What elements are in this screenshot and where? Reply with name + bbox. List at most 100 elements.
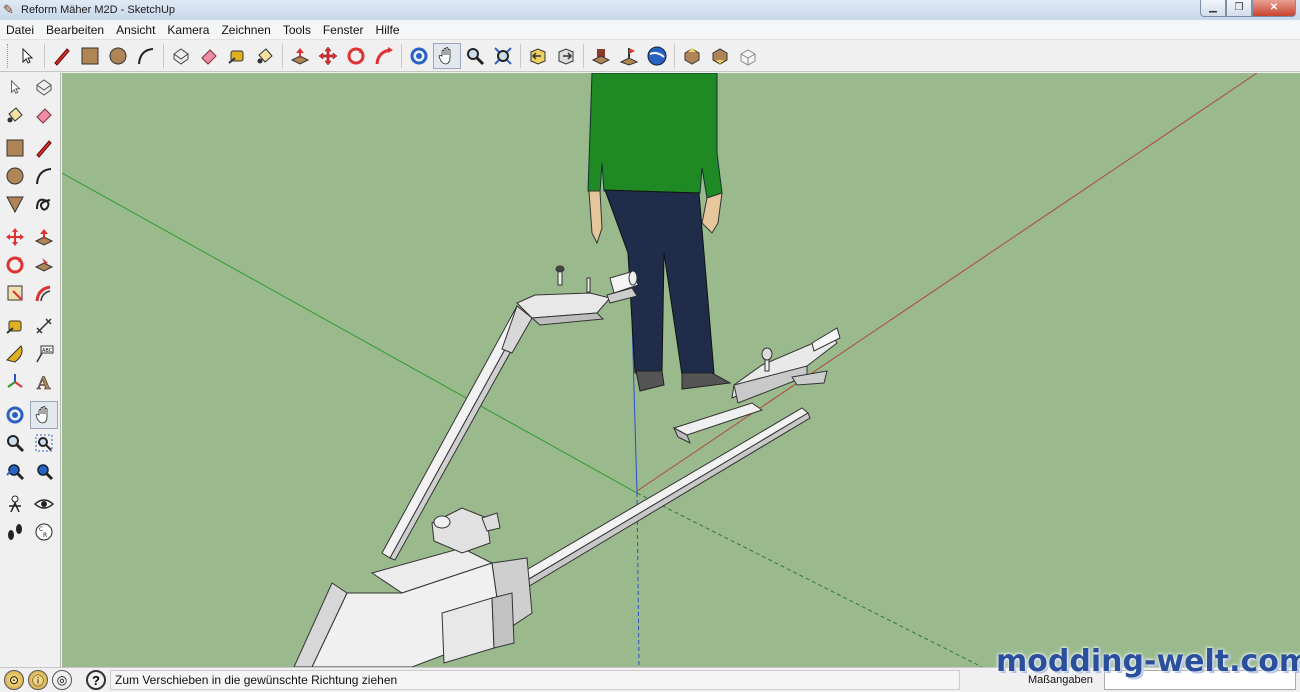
menu-kamera[interactable]: Kamera — [161, 23, 215, 37]
google-earth-icon — [647, 46, 667, 66]
previous-view-button[interactable] — [524, 43, 552, 69]
instructor-help-icon[interactable]: ? — [86, 670, 106, 690]
lt-make-component-button[interactable] — [30, 73, 58, 101]
paint-bucket-button[interactable] — [251, 43, 279, 69]
pan-tool-button[interactable] — [433, 43, 461, 69]
previous-view-icon — [530, 48, 546, 65]
geo-location-icon[interactable]: ⊙ — [4, 670, 24, 690]
lt-paint-bucket-button[interactable] — [1, 101, 29, 129]
lt-follow-me-button[interactable] — [30, 251, 58, 279]
components-icon — [740, 49, 756, 66]
follow-me-button[interactable] — [370, 43, 398, 69]
orbit-icon — [6, 406, 24, 424]
lt-section-plane-button[interactable]: CR — [30, 518, 58, 546]
lt-select-button[interactable] — [1, 73, 29, 101]
move-icon — [318, 46, 338, 66]
svg-text:ABC: ABC — [42, 348, 53, 354]
menu-bar: Datei Bearbeiten Ansicht Kamera Zeichnen… — [0, 20, 1300, 40]
menu-fenster[interactable]: Fenster — [317, 23, 370, 37]
arc-icon — [138, 48, 154, 65]
pan-icon — [35, 406, 48, 424]
menu-tools[interactable]: Tools — [277, 23, 317, 37]
push-pull-button[interactable] — [286, 43, 314, 69]
orbit-tool-button[interactable] — [405, 43, 433, 69]
lt-zoom-extents-button[interactable] — [30, 457, 58, 485]
menu-datei[interactable]: Datei — [0, 23, 40, 37]
pencil-tool-button[interactable] — [48, 43, 76, 69]
warehouse-button[interactable] — [587, 43, 615, 69]
push-pull-icon — [34, 229, 54, 246]
select-tool-button[interactable] — [13, 43, 41, 69]
lt-polygon-button[interactable] — [1, 190, 29, 218]
lt-axes-button[interactable] — [1, 368, 29, 396]
share-model-button[interactable] — [678, 43, 706, 69]
get-models-button[interactable] — [706, 43, 734, 69]
scale-icon — [7, 285, 23, 301]
protractor-icon — [6, 345, 23, 363]
toolbar-separator — [44, 44, 45, 68]
add-location-button[interactable] — [615, 43, 643, 69]
lt-tape-measure-button[interactable] — [1, 312, 29, 340]
lt-push-pull-button[interactable] — [30, 223, 58, 251]
lt-offset-button[interactable] — [30, 279, 58, 307]
rotate-icon — [6, 256, 24, 274]
lt-eraser-button[interactable] — [30, 101, 58, 129]
lt-protractor-button[interactable] — [1, 340, 29, 368]
zoom-extents-button[interactable] — [489, 43, 517, 69]
lt-rectangle-button[interactable] — [1, 134, 29, 162]
move-tool-button[interactable] — [314, 43, 342, 69]
eraser-tool-button[interactable] — [195, 43, 223, 69]
lt-dimension-button[interactable] — [30, 312, 58, 340]
text-icon: ABC — [36, 345, 54, 363]
user-icon[interactable]: ◎ — [52, 670, 72, 690]
make-component-button[interactable] — [167, 43, 195, 69]
circle-tool-button[interactable] — [104, 43, 132, 69]
close-button[interactable]: ✕ — [1252, 0, 1296, 17]
rotate-tool-button[interactable] — [342, 43, 370, 69]
lt-arc-button[interactable] — [30, 162, 58, 190]
lt-orbit-button[interactable] — [1, 401, 29, 429]
credits-icon[interactable]: ⓘ — [28, 670, 48, 690]
lt-pencil-button[interactable] — [30, 134, 58, 162]
3d-text-icon: A — [36, 374, 52, 392]
offset-icon — [35, 285, 51, 302]
select-icon — [22, 47, 34, 64]
lt-move-button[interactable] — [1, 223, 29, 251]
lt-zoom-window-button[interactable] — [30, 429, 58, 457]
zoom-tool-button[interactable] — [461, 43, 489, 69]
lt-3d-text-button[interactable]: A — [30, 368, 58, 396]
zoom-extents-icon — [37, 464, 54, 481]
toolbar-grip[interactable] — [7, 44, 10, 68]
lt-scale-button[interactable] — [1, 279, 29, 307]
menu-ansicht[interactable]: Ansicht — [110, 23, 161, 37]
menu-zeichnen[interactable]: Zeichnen — [215, 23, 276, 37]
lt-previous-button[interactable] — [1, 457, 29, 485]
lt-zoom-button[interactable] — [1, 429, 29, 457]
rectangle-tool-button[interactable] — [76, 43, 104, 69]
next-view-button[interactable] — [552, 43, 580, 69]
restore-button[interactable]: ❐ — [1226, 0, 1252, 17]
arc-tool-button[interactable] — [132, 43, 160, 69]
tape-measure-button[interactable] — [223, 43, 251, 69]
lt-circle-button[interactable] — [1, 162, 29, 190]
lt-freehand-button[interactable] — [30, 190, 58, 218]
lt-look-around-button[interactable] — [30, 490, 58, 518]
sketchup-window: ✎ Reform Mäher M2D - SketchUp ▁ ❐ ✕ Date… — [0, 0, 1300, 692]
select-icon — [11, 79, 21, 94]
position-camera-icon — [9, 495, 21, 513]
components-button[interactable] — [734, 43, 762, 69]
minimize-button[interactable]: ▁ — [1200, 0, 1226, 17]
google-earth-button[interactable] — [643, 43, 671, 69]
drawing-viewport[interactable] — [62, 73, 1300, 667]
move-icon — [6, 228, 24, 246]
lt-rotate-button[interactable] — [1, 251, 29, 279]
dimension-icon — [36, 318, 52, 334]
menu-hilfe[interactable]: Hilfe — [370, 23, 406, 37]
lt-position-camera-button[interactable] — [1, 490, 29, 518]
follow-me-icon — [375, 47, 393, 65]
menu-bearbeiten[interactable]: Bearbeiten — [40, 23, 110, 37]
lt-walk-button[interactable] — [1, 518, 29, 546]
lt-text-button[interactable]: ABC — [30, 340, 58, 368]
warehouse-icon — [591, 49, 611, 65]
lt-pan-button[interactable] — [30, 401, 58, 429]
